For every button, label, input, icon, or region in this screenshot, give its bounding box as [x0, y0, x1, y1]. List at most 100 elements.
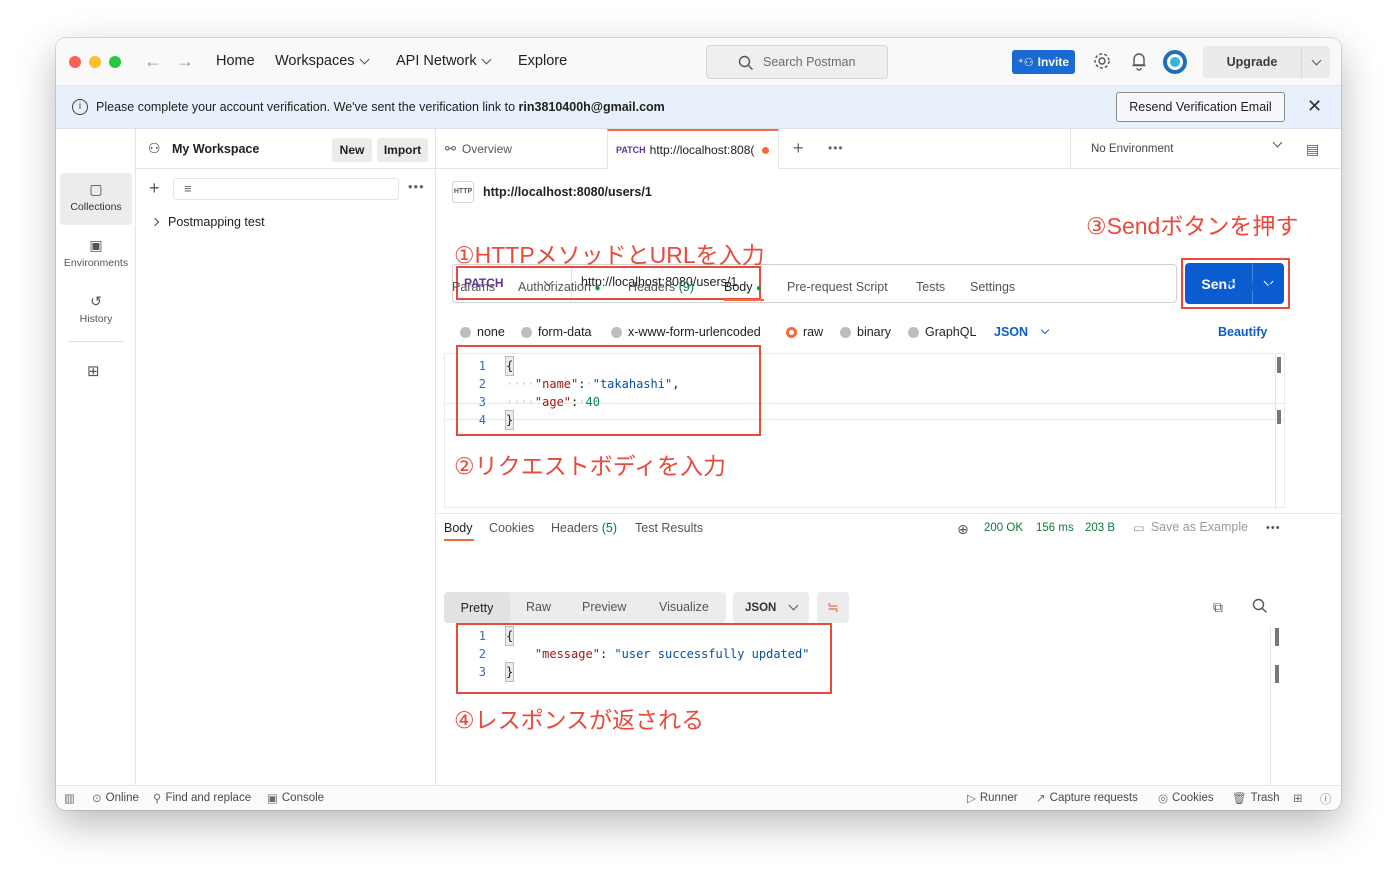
tab-headers[interactable]: Headers (9)	[628, 280, 694, 294]
annotation-step2: ②リクエストボディを入力	[454, 453, 727, 479]
chevron-down-icon	[1040, 325, 1050, 335]
avatar[interactable]	[1163, 50, 1187, 74]
response-search-icon[interactable]	[1252, 598, 1268, 617]
chevron-down-icon	[1311, 55, 1321, 65]
response-format-select[interactable]: JSON	[733, 592, 809, 623]
response-more-icon[interactable]: •••	[1266, 522, 1281, 534]
close-window-button[interactable]	[69, 56, 81, 68]
request-title[interactable]: http://localhost:8080/users/1	[483, 185, 652, 199]
layout-icon[interactable]: ⊞	[1293, 791, 1303, 805]
tab-active-request[interactable]: PATCH http://localhost:808(	[607, 129, 779, 169]
resend-verification-button[interactable]: Resend Verification Email	[1116, 92, 1285, 122]
wrap-lines-icon[interactable]: ≒	[817, 592, 849, 623]
tab-settings[interactable]: Settings	[970, 280, 1015, 294]
overview-icon: ⚯	[445, 141, 456, 156]
upgrade-button[interactable]: Upgrade	[1203, 46, 1330, 78]
verification-banner: i Please complete your account verificat…	[56, 86, 1341, 129]
http-request-icon: HTTP	[452, 181, 474, 203]
save-icon: ▭	[1133, 521, 1145, 535]
nav-environments[interactable]: ▣ Environments	[60, 229, 132, 281]
invite-button[interactable]: ⁺⚇ Invite	[1012, 50, 1075, 74]
tab-body[interactable]: Body ●	[724, 280, 762, 294]
tab-authorization[interactable]: Authorization ●	[518, 280, 601, 294]
cookies-link[interactable]: Cookies	[1226, 280, 1275, 294]
search-placeholder: Search Postman	[763, 55, 856, 69]
unsaved-dot	[762, 146, 770, 154]
back-arrow-icon[interactable]: ←	[144, 51, 162, 72]
annotation-step4: ④レスポンスが返される	[454, 707, 705, 733]
nav-home[interactable]: Home	[216, 53, 255, 69]
settings-gear-icon[interactable]	[1092, 51, 1112, 74]
help-icon[interactable]: ⓘ	[1320, 791, 1332, 807]
add-tab-icon[interactable]: +	[793, 138, 804, 159]
response-scrollbar[interactable]	[1275, 628, 1279, 646]
radio-form-data[interactable]: form-data	[521, 325, 592, 339]
tab-tests[interactable]: Tests	[916, 280, 945, 294]
cookies-button[interactable]: ◎ Cookies	[1158, 791, 1214, 805]
info-icon: i	[72, 99, 88, 115]
minimize-window-button[interactable]	[89, 56, 101, 68]
notification-bell-icon[interactable]	[1130, 51, 1148, 74]
view-tab-preview[interactable]: Preview	[582, 600, 626, 614]
capture-requests-button[interactable]: ↗ Capture requests	[1036, 791, 1138, 805]
toggle-sidebar-icon[interactable]: ▥	[64, 791, 75, 805]
close-icon[interactable]: ✕	[1307, 96, 1322, 117]
tab-strip: ⚯ Overview PATCH http://localhost:808( + …	[436, 129, 1341, 169]
radio-binary[interactable]: binary	[840, 325, 891, 339]
more-tabs-icon[interactable]: •••	[828, 141, 844, 155]
editor-scrollbar[interactable]	[1277, 357, 1281, 373]
environment-quicklook-icon[interactable]: ▤	[1306, 141, 1319, 158]
view-tab-pretty[interactable]: Pretty	[444, 592, 510, 623]
annotation-box-body	[456, 345, 761, 436]
radio-graphql[interactable]: GraphQL	[908, 325, 976, 339]
new-button[interactable]: New	[332, 138, 372, 162]
copy-icon[interactable]: ⧉	[1213, 599, 1223, 616]
format-select[interactable]: JSON	[994, 325, 1050, 339]
response-tab-cookies[interactable]: Cookies	[489, 521, 534, 535]
trash-can-icon: ▢	[89, 181, 103, 197]
save-as-example-button[interactable]: ▭ Save as Example	[1133, 520, 1248, 535]
chevron-right-icon	[150, 217, 160, 227]
chevron-down-icon	[1272, 137, 1283, 148]
nav-history[interactable]: ↺ History	[60, 285, 132, 337]
import-button[interactable]: Import	[377, 138, 428, 162]
find-replace-button[interactable]: ⚲ Find and replace	[153, 791, 251, 805]
workspace-name[interactable]: My Workspace	[172, 142, 259, 156]
nav-api-network[interactable]: API Network	[396, 53, 492, 69]
nav-collections[interactable]: ▢ Collections	[60, 173, 132, 225]
tab-params[interactable]: Params	[452, 280, 495, 294]
configure-grid-icon[interactable]: ⊞	[87, 362, 100, 380]
runner-button[interactable]: ▷ Runner	[967, 791, 1018, 805]
response-tab-body[interactable]: Body	[444, 521, 473, 535]
editor-gutter-line	[1275, 354, 1276, 509]
radio-none[interactable]: none	[460, 325, 505, 339]
status-bar: ▥ ⊙ Online ⚲ Find and replace ▣ Console ▷ Ru…	[56, 785, 1341, 810]
response-status[interactable]: 200 OK	[984, 522, 1023, 534]
zoom-window-button[interactable]	[109, 56, 121, 68]
tab-overview[interactable]: ⚯ Overview	[436, 129, 607, 169]
more-options-icon[interactable]: •••	[408, 179, 425, 194]
search-input[interactable]: Search Postman	[706, 45, 888, 79]
nav-workspaces[interactable]: Workspaces	[275, 53, 369, 69]
response-tab-test-results[interactable]: Test Results	[635, 521, 703, 535]
view-tab-visualize[interactable]: Visualize	[659, 600, 709, 614]
tab-pre-request-script[interactable]: Pre-request Script	[787, 280, 888, 294]
trash-button[interactable]: 🗑 Trash	[1232, 791, 1280, 805]
beautify-button[interactable]: Beautify	[1218, 325, 1267, 339]
forward-arrow-icon[interactable]: →	[176, 51, 194, 72]
filter-input[interactable]: ≡	[173, 178, 399, 200]
nav-explore[interactable]: Explore	[518, 53, 567, 69]
tab-divider	[1070, 129, 1071, 169]
radio-urlencoded[interactable]: x-www-form-urlencoded	[611, 325, 761, 339]
response-tab-headers[interactable]: Headers (5)	[551, 521, 617, 535]
view-tab-raw[interactable]: Raw	[526, 600, 551, 614]
console-button[interactable]: ▣ Console	[267, 791, 324, 805]
radio-raw[interactable]: raw	[786, 325, 823, 339]
response-time[interactable]: 156 ms	[1036, 522, 1074, 534]
add-collection-icon[interactable]: +	[149, 178, 160, 199]
response-size[interactable]: 203 B	[1085, 522, 1115, 534]
collection-item[interactable]: Postmapping test	[150, 215, 265, 229]
online-status[interactable]: ⊙ Online	[92, 791, 139, 805]
left-nav: ▢ Collections ▣ Environments ↺ History ⊞	[56, 129, 136, 785]
environment-select[interactable]: No Environment	[1091, 137, 1283, 155]
